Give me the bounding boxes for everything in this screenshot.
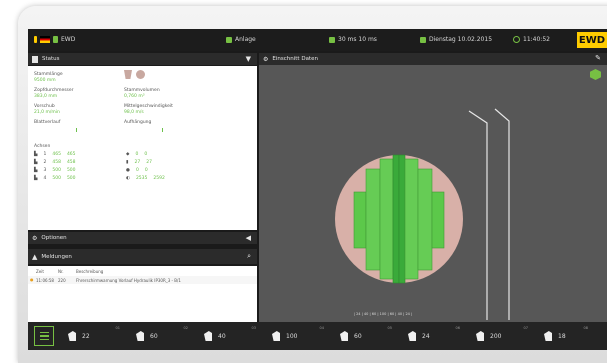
axis-row: ▙ 3 500 500: [34, 168, 76, 173]
chevron-down-icon[interactable]: ▼: [246, 55, 251, 63]
clock-icon: [513, 36, 520, 43]
plant-icon: [226, 36, 232, 43]
saw-icon: [204, 331, 212, 341]
flag-de-icon: [40, 36, 50, 43]
tick-mark: [162, 128, 163, 132]
column-header: Beschreibung: [76, 269, 104, 274]
battery-icon: [34, 36, 37, 43]
field-label: Aufhängung: [124, 120, 152, 125]
messages-header[interactable]: ▲ Meldungen ⌕: [28, 249, 257, 264]
chevron-left-icon[interactable]: ◀: [246, 234, 251, 242]
menu-button[interactable]: [34, 326, 54, 346]
tool-slot[interactable]: 24 06: [398, 322, 466, 350]
axis-row: ▙ 4 500 500: [34, 176, 76, 181]
tool-slot[interactable]: 22 01: [58, 322, 126, 350]
axis-row-right: ◆ 0 0: [126, 152, 148, 157]
top-bar: EWD Anlage 30 ms 10 ms Dienstag 10.02.20…: [28, 29, 607, 51]
tool-slot[interactable]: 18 08: [534, 322, 594, 350]
field-value: 98,0 m/s: [124, 110, 144, 115]
column-header: Zeit: [36, 269, 44, 274]
field-label: Blattverlauf: [34, 120, 61, 125]
calendar-icon: [420, 36, 426, 43]
field-label: Mittelgeschwindigkeit: [124, 104, 173, 109]
status-icon: [32, 55, 38, 63]
time-label: 11:40:52: [523, 36, 550, 43]
svg-text:| 24 | 40 | 60 | 100 | 60 | 40: | 24 | 40 | 60 | 100 | 60 | 40 | 24 |: [354, 312, 412, 316]
field-label: Vorschub: [34, 104, 55, 109]
axis-row-right: ● 0 0: [126, 168, 148, 173]
saw-icon: [476, 331, 484, 341]
cycle-indicator: 30 ms 10 ms: [329, 36, 377, 43]
saw-icon: [544, 331, 552, 341]
gear-icon: ⚙: [263, 55, 269, 63]
tool-slot[interactable]: 60 02: [126, 322, 194, 350]
messages-table: Zeit Nr. Beschreibung ● 11:06:58 220 Fhr…: [28, 266, 257, 322]
field-label: Stammlänge: [34, 72, 63, 77]
tool-slot[interactable]: 60 05: [330, 322, 398, 350]
status-panel: Stammlänge 9500 mm Zopfdurchmesser 383,0…: [28, 66, 257, 230]
axis-row: ▙ 2 458 458: [34, 160, 76, 165]
alert-dot-icon: ●: [30, 277, 34, 282]
cycle-label: 30 ms 10 ms: [338, 36, 377, 43]
log-circle-icon: [136, 70, 145, 79]
user-name: EWD: [61, 36, 76, 43]
log-cross-section: | 24 | 40 | 60 | 100 | 60 | 40 | 24 |: [335, 108, 510, 320]
date-indicator: Dienstag 10.02.2015: [420, 36, 492, 43]
cycle-icon: [329, 36, 335, 43]
saw-icon: [136, 331, 144, 341]
boards-group: [353, 154, 445, 284]
user-icon: [53, 36, 58, 43]
column-header: Nr.: [58, 269, 64, 274]
status-header[interactable]: Status ▼: [28, 53, 257, 65]
axes-title: Achsen: [34, 144, 51, 149]
date-label: Dienstag 10.02.2015: [429, 36, 493, 43]
tool-bar: 22 01 60 02 40 03 100 04 60 05 24 06 200 07 18 0…: [28, 322, 607, 350]
field-value: 383,0 mm: [34, 94, 58, 99]
saw-icon: [408, 331, 416, 341]
axis-row-right: ▮ 27 27: [126, 160, 152, 165]
mode-label: Anlage: [235, 36, 256, 43]
log-shape-icon: [124, 70, 132, 79]
options-header[interactable]: ⚙ Optionen ◀: [28, 232, 257, 244]
view-title: Einschnitt Daten: [272, 56, 318, 62]
options-title: Optionen: [41, 235, 67, 241]
user-area[interactable]: EWD: [34, 36, 75, 43]
options-icon: ⚙: [32, 234, 38, 242]
saw-icon: [272, 331, 280, 341]
view-header[interactable]: ⚙ Einschnitt Daten ✎: [259, 53, 607, 65]
field-value: 21,0 m/min: [34, 110, 60, 115]
field-label: Zopfdurchmesser: [34, 88, 74, 93]
pencil-icon[interactable]: ✎: [595, 54, 601, 62]
axis-row-right: ◐ 2535 2592: [126, 176, 165, 181]
table-row[interactable]: ● 11:06:58 220 Fhrerschirmwarnung Vorlau…: [28, 276, 257, 284]
hmi-screen: EWD Anlage 30 ms 10 ms Dienstag 10.02.20…: [28, 29, 607, 350]
mode-indicator[interactable]: Anlage: [226, 36, 256, 43]
field-label: Stammvolumen: [124, 88, 160, 93]
status-title: Status: [42, 56, 60, 62]
search-icon[interactable]: ⌕: [247, 252, 251, 261]
saw-icon: [68, 331, 76, 341]
axis-row: ▙ 1 465 465: [34, 152, 76, 157]
company-logo: EWD: [577, 32, 607, 48]
warning-icon: ▲: [32, 252, 38, 261]
field-value: 0,760 m³: [124, 94, 145, 99]
field-value: 9500 mm: [34, 78, 56, 83]
tool-slot[interactable]: 200 07: [466, 322, 534, 350]
saw-icon: [340, 331, 348, 341]
tool-slot[interactable]: 100 04: [262, 322, 330, 350]
tick-mark: [76, 128, 77, 132]
clock-indicator: 11:40:52: [513, 36, 550, 43]
cutting-view: | 24 | 40 | 60 | 100 | 60 | 40 | 24 |: [259, 65, 607, 322]
messages-title: Meldungen: [41, 253, 72, 260]
tool-slot[interactable]: 40 03: [194, 322, 262, 350]
